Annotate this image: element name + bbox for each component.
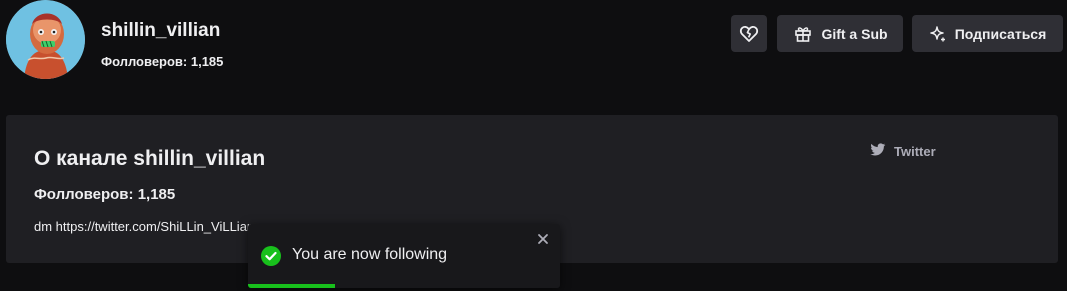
unfollow-button[interactable] [731,15,767,52]
close-icon[interactable] [536,232,550,246]
toast-progress-bar [248,284,336,288]
channel-page: shillin_villian Фолловеров: 1,185 Gift a… [0,0,1067,291]
subscribe-button[interactable]: Подписаться [912,15,1063,52]
heart-broken-icon [739,24,759,44]
gift-sub-label: Gift a Sub [821,25,888,42]
channel-name[interactable]: shillin_villian [101,20,220,42]
follower-count: Фолловеров: 1,185 [101,54,224,69]
toast-message: You are now following [292,246,448,263]
about-description: dm https://twitter.com/ShiLLin_ViLLian [34,219,255,234]
social-link-twitter[interactable]: Twitter [870,143,936,160]
toast-progress-track [248,284,560,288]
social-link-label: Twitter [894,144,936,159]
about-title: О канале shillin_villian [34,147,266,170]
check-circle-icon [261,246,281,266]
subscribe-label: Подписаться [954,25,1047,42]
toast-notification: You are now following [248,224,560,288]
about-follower-count: Фолловеров: 1,185 [34,186,176,203]
gift-icon [794,25,812,43]
avatar-image [6,0,85,79]
gift-sub-button[interactable]: Gift a Sub [777,15,903,52]
sparkle-star-icon [929,25,947,43]
avatar[interactable] [6,0,85,79]
twitter-icon [870,143,886,160]
